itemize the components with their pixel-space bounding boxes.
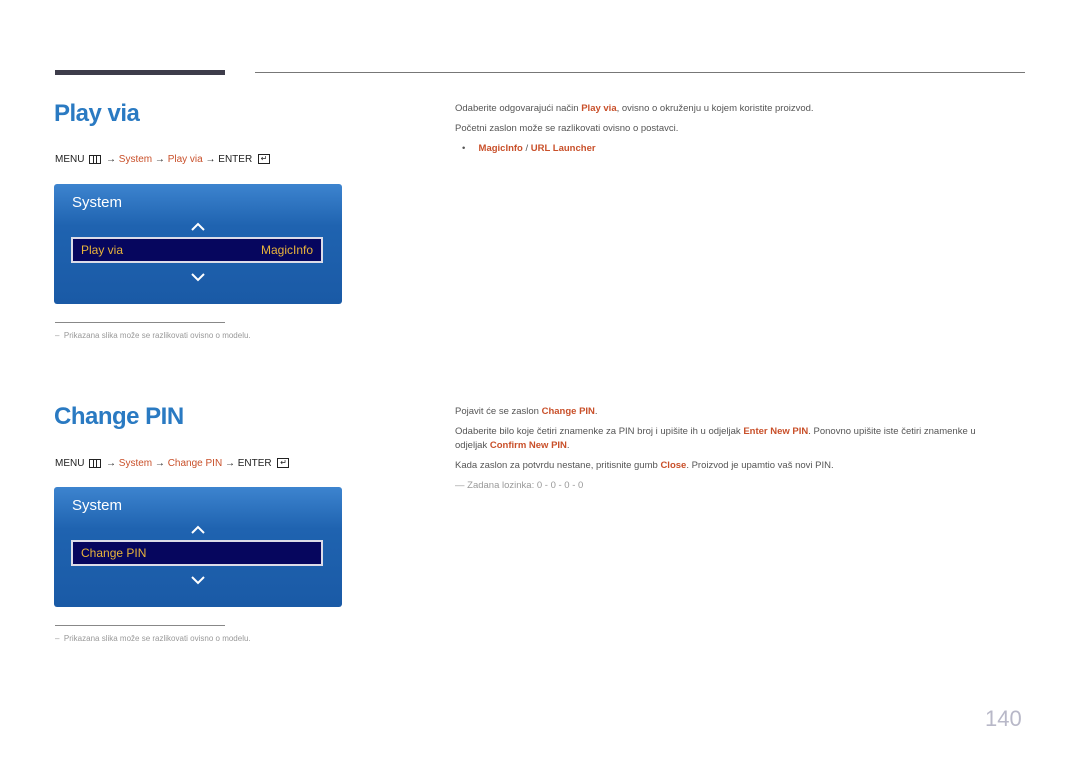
description-p1: Pojavit će se zaslon Change PIN.: [455, 406, 598, 417]
footnote-text: Prikazana slika može se razlikovati ovis…: [63, 331, 251, 340]
highlight: Change PIN: [541, 406, 595, 417]
osd-row-value: MagicInfo: [260, 243, 313, 257]
footnote-text: Prikazana slika može se razlikovati ovis…: [63, 634, 251, 643]
arrow-icon: →: [106, 154, 117, 165]
description-p3: Kada zaslon za potvrdu nestane, pritisni…: [455, 460, 834, 471]
breadcrumb-change-pin: MENU → System → Change PIN → ENTER ↵: [55, 458, 290, 469]
text: Kada zaslon za potvrdu nestane, pritisni…: [455, 460, 661, 471]
osd-title: System: [72, 497, 123, 514]
options-bullet: • MagicInfo / URL Launcher: [462, 143, 596, 154]
text: Odaberite odgovarajući način: [455, 103, 582, 114]
highlight: Enter New PIN: [743, 426, 809, 437]
footnote: – Prikazana slika može se razlikovati ov…: [55, 634, 251, 643]
footnote-rule: [55, 322, 225, 323]
arrow-icon: →: [205, 154, 216, 165]
chevron-up-icon[interactable]: [190, 525, 206, 535]
chevron-down-icon[interactable]: [190, 575, 206, 585]
enter-icon: ↵: [277, 458, 290, 469]
text: .: [566, 440, 570, 451]
header-rule-thick: [55, 70, 225, 75]
highlight: Confirm New PIN: [489, 440, 567, 451]
menu-label: MENU: [55, 154, 85, 165]
enter-icon: ↵: [257, 154, 270, 165]
bullet-icon: •: [462, 143, 466, 154]
option-magicinfo: MagicInfo: [478, 143, 523, 154]
text: . Proizvod je upamtio vaš novi PIN.: [686, 460, 834, 471]
header-rule-thin: [255, 72, 1025, 73]
dash-icon: –: [55, 331, 60, 340]
arrow-icon: →: [154, 458, 165, 469]
text: . Ponovno upišite iste četiri znamenke u: [808, 426, 976, 437]
option-url-launcher: URL Launcher: [530, 143, 596, 154]
menu-label: MENU: [55, 458, 85, 469]
menu-icon: [89, 154, 102, 164]
footnote: – Prikazana slika može se razlikovati ov…: [55, 331, 251, 340]
enter-label: ENTER: [237, 458, 272, 469]
description-line-2: Početni zaslon može se razlikovati ovisn…: [455, 123, 679, 134]
text: .: [594, 406, 598, 417]
dash-icon: –: [55, 634, 60, 643]
note-dash-icon: —: [455, 480, 465, 491]
chevron-down-icon[interactable]: [190, 272, 206, 282]
highlight: Close: [660, 460, 687, 471]
text: , ovisno o okruženju u kojem koristite p…: [616, 103, 814, 114]
description-p2-line1: Odaberite bilo koje četiri znamenke za P…: [455, 426, 976, 437]
enter-label: ENTER: [218, 154, 253, 165]
osd-row-change-pin[interactable]: Change PIN: [71, 540, 323, 566]
arrow-icon: →: [224, 458, 235, 469]
section-title-change-pin: Change PIN: [54, 403, 184, 430]
footnote-rule: [55, 625, 225, 626]
breadcrumb-item: Change PIN: [167, 458, 223, 469]
description-p2-line2: odjeljak Confirm New PIN.: [455, 440, 570, 451]
text: odjeljak: [455, 440, 490, 451]
breadcrumb-system: System: [118, 458, 153, 469]
arrow-icon: →: [106, 458, 117, 469]
description-line-1: Odaberite odgovarajući način Play via, o…: [455, 103, 814, 114]
osd-title: System: [72, 194, 123, 211]
menu-icon: [89, 458, 102, 468]
osd-menu-change-pin: System Change PIN: [54, 487, 342, 607]
separator: /: [522, 143, 531, 154]
highlight: Play via: [581, 103, 617, 114]
text: Odaberite bilo koje četiri znamenke za P…: [455, 426, 744, 437]
page-number: 140: [985, 706, 1022, 731]
default-password-note: — Zadana lozinka: 0 - 0 - 0 - 0: [455, 480, 583, 491]
breadcrumb-play-via: MENU → System → Play via → ENTER ↵: [55, 154, 270, 165]
osd-menu-play-via: System Play via MagicInfo: [54, 184, 342, 304]
chevron-up-icon[interactable]: [190, 222, 206, 232]
arrow-icon: →: [154, 154, 165, 165]
note-text: Zadana lozinka: 0 - 0 - 0 - 0: [467, 480, 584, 491]
osd-row-play-via[interactable]: Play via MagicInfo: [71, 237, 323, 263]
breadcrumb-item: Play via: [167, 154, 203, 165]
text: Pojavit će se zaslon: [455, 406, 542, 417]
breadcrumb-system: System: [118, 154, 153, 165]
section-title-play-via: Play via: [54, 100, 140, 127]
osd-row-label: Play via: [81, 243, 124, 257]
osd-row-label: Change PIN: [81, 546, 147, 560]
